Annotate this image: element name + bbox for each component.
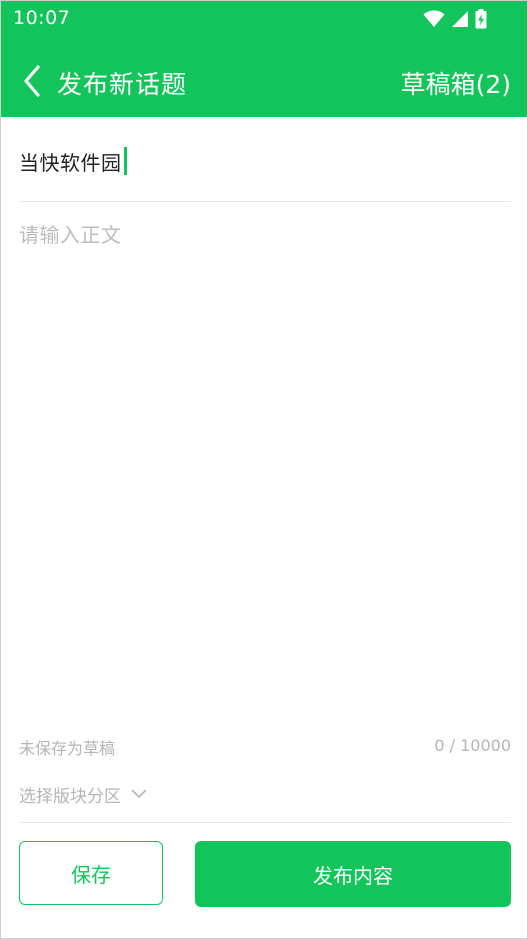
wifi-icon	[423, 10, 445, 27]
title-divider	[19, 201, 511, 202]
back-button[interactable]	[15, 61, 49, 101]
char-count: 0 / 10000	[434, 736, 511, 755]
status-time: 10:07	[13, 7, 71, 29]
title-input[interactable]: 当快软件园	[19, 141, 511, 181]
status-bar: 10:07	[1, 1, 527, 37]
cellular-signal-icon	[452, 11, 468, 27]
drafts-button[interactable]: 草稿箱(2)	[401, 65, 511, 101]
title-input-value: 当快软件园	[19, 150, 122, 175]
page-title: 发布新话题	[57, 70, 188, 99]
header: 发布新话题 草稿箱(2)	[1, 37, 527, 117]
status-icons	[423, 8, 487, 30]
chevron-down-icon	[131, 789, 147, 798]
actions-divider	[19, 822, 511, 823]
text-caret	[123, 147, 127, 175]
section-select-dropdown[interactable]: 选择版块分区	[19, 781, 147, 807]
draft-status: 未保存为草稿	[19, 739, 116, 758]
body-textarea[interactable]	[19, 217, 511, 717]
battery-charging-icon	[475, 9, 487, 29]
save-button[interactable]: 保存	[19, 841, 163, 905]
publish-button[interactable]: 发布内容	[195, 841, 511, 907]
top-bar: 10:07 发布新话题 草稿箱(2)	[1, 1, 527, 117]
chevron-left-icon	[24, 65, 40, 97]
section-select-label: 选择版块分区	[19, 786, 121, 807]
app-screen: 10:07 发布新话题 草稿箱(2) 当快软件园 请输入正文 未保存为草稿 0 …	[0, 0, 528, 939]
